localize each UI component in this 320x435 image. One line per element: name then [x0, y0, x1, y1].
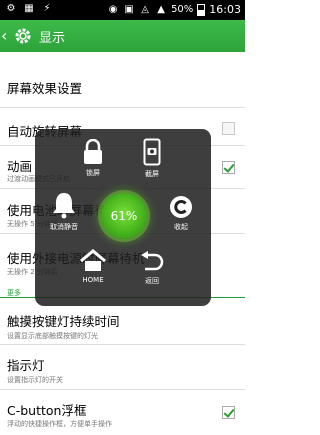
back-label: 返回	[145, 277, 159, 285]
nfc-icon: ▣	[124, 3, 134, 15]
settings-notification-icon: ⚙	[6, 3, 16, 14]
c-logo-icon	[170, 196, 192, 218]
setting-title: 指示灯	[7, 358, 45, 373]
auto-rotate-checkbox[interactable]	[222, 122, 235, 135]
lock-icon	[84, 139, 102, 164]
wifi-icon: ◬	[141, 3, 149, 15]
setting-touch-key-light[interactable]: 触摸按键灯持续时间 设置显示底部触摸按键的灯光	[0, 300, 245, 345]
lock-screen-label: 锁屏	[86, 169, 100, 177]
setting-indicator-light[interactable]: 指示灯 设置指示灯的开关	[0, 345, 245, 390]
phone-camera-icon	[143, 138, 161, 166]
battery-icon	[197, 3, 206, 16]
setting-c-button[interactable]: C-button浮框 浮动的快捷操作框，方便单手操作	[0, 390, 245, 435]
collapse-label: 收起	[174, 223, 188, 231]
status-bar: ⚙ ▦ ⚡ ◉ ▣ ◬ ▲ 50% 16:03	[0, 0, 245, 20]
setting-subtitle: 设置指示灯的开关	[7, 376, 63, 384]
floating-panel: 锁屏 截屏 取消静音 61% 收起 HOME 返回	[35, 129, 211, 306]
usb-icon: ⚡	[43, 3, 51, 14]
eye-icon: ◉	[108, 3, 118, 15]
home-label: HOME	[82, 276, 104, 284]
mute-label: 取消静音	[50, 223, 78, 231]
back-button[interactable]: 返回	[127, 251, 177, 286]
battery-percent: 50%	[171, 4, 194, 15]
screenshot-button[interactable]: 截屏	[127, 138, 177, 179]
lock-screen-button[interactable]: 锁屏	[68, 139, 118, 178]
clock: 16:03	[209, 3, 241, 16]
setting-title: 触摸按键灯持续时间	[7, 314, 120, 329]
setting-title: 屏幕效果设置	[7, 81, 83, 96]
screenshot-label: 截屏	[145, 170, 159, 178]
animation-checkbox[interactable]	[222, 161, 235, 174]
collapse-button[interactable]: 收起	[156, 195, 206, 232]
memory-boost-button[interactable]: 61%	[101, 193, 147, 239]
setting-subtitle: 浮动的快捷操作框，方便单手操作	[7, 420, 112, 428]
bell-icon	[53, 193, 75, 219]
action-bar: ‹ 显示	[0, 20, 245, 52]
back-arrow-icon	[141, 251, 164, 271]
setting-title: 动画	[7, 159, 33, 174]
gear-icon[interactable]	[13, 26, 33, 46]
c-button-checkbox[interactable]	[222, 406, 235, 419]
app-notification-icon: ▦	[24, 3, 34, 14]
setting-subtitle: 设置显示底部触摸按键的灯光	[7, 332, 98, 340]
page-title: 显示	[39, 30, 66, 46]
memory-percent: 61%	[110, 209, 138, 223]
home-button[interactable]: HOME	[68, 249, 118, 284]
back-chevron-icon[interactable]: ‹	[1, 20, 11, 52]
signal-icon: ▲	[157, 3, 165, 15]
setting-screen-effect[interactable]: 屏幕效果设置	[0, 52, 245, 108]
home-icon	[80, 249, 106, 271]
setting-title: C-button浮框	[7, 403, 87, 418]
mute-button[interactable]: 取消静音	[39, 191, 89, 232]
